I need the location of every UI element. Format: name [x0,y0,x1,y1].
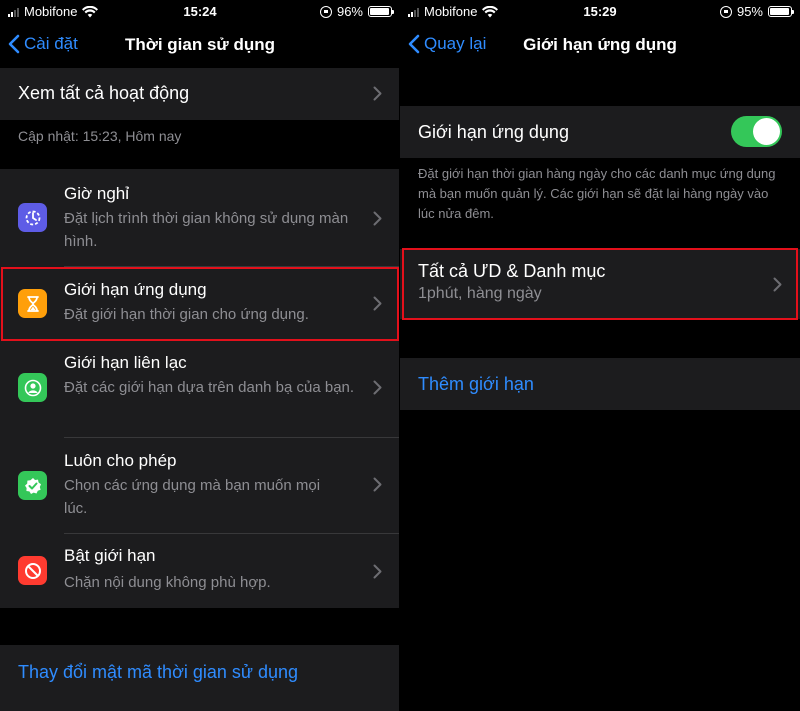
item-subtitle: Chọn các ứng dụng mà bạn muốn mọi lúc. [64,477,321,517]
navigation-bar: Cài đặt Thời gian sử dụng [0,24,400,68]
see-all-activity-row[interactable]: Xem tất cả hoạt động [0,68,400,120]
orientation-lock-icon [719,5,732,18]
chevron-right-icon [773,277,782,292]
item-subtitle: Chặn nội dung không phù hợp. [64,574,271,591]
battery-percent: 95% [736,4,763,19]
item-label: Giờ nghỉ [64,184,130,203]
chevron-right-icon [373,380,382,395]
app-limits-toggle[interactable] [731,116,782,147]
downtime-icon [18,203,47,232]
status-bar: Mobifone 15:29 95% [400,0,800,24]
item-label: Luôn cho phép [64,451,177,470]
status-right: 96% [319,4,394,19]
add-limit-link: Thêm giới hạn [418,374,534,394]
item-label: Bật giới hạn [64,546,156,565]
list-item-communication-limits[interactable]: Giới hạn liên lạc Đặt các giới hạn dựa t… [0,340,400,437]
change-passcode-row[interactable]: Thay đổi mật mã thời gian sử dụng [0,645,400,711]
list-item-app-limits[interactable]: Giới hạn ứng dụng Đặt giới hạn thời gian… [0,267,400,339]
add-limit-row[interactable]: Thêm giới hạn [400,358,800,410]
pane-divider [399,0,400,711]
description-caption: Đặt giới hạn thời gian hàng ngày cho các… [418,166,776,221]
orientation-lock-icon [319,5,332,18]
app-limits-toggle-row: Giới hạn ứng dụng [400,106,800,158]
updated-caption: Cập nhật: 15:23, Hôm nay [18,128,182,144]
chevron-right-icon [373,86,382,101]
screen-time-screen: Mobifone 15:24 96% Cài đặt Thời gian sử … [0,0,400,711]
change-passcode-link: Thay đổi mật mã thời gian sử dụng [18,662,298,682]
limit-item-label: Tất cả ƯD & Danh mục [418,261,606,281]
item-subtitle: Đặt lịch trình thời gian không sử dụng m… [64,210,349,250]
list-item-content-restrictions[interactable]: Bật giới hạn Chặn nội dung không phù hợp… [0,534,400,608]
app-limits-screen: Mobifone 15:29 95% Quay lại Giới hạn ứng… [400,0,800,711]
page-title: Thời gian sử dụng [125,35,275,54]
status-right: 95% [719,4,794,19]
limit-item-row[interactable]: Tất cả ƯD & Danh mục 1phút, hàng ngày [400,249,800,319]
restriction-icon [18,556,47,585]
battery-icon [768,6,794,17]
item-subtitle: Đặt giới hạn thời gian cho ứng dụng. [64,306,309,323]
hourglass-icon [18,289,47,318]
item-label: Giới hạn liên lạc [64,353,187,372]
chevron-right-icon [373,211,382,226]
chevron-right-icon [373,477,382,492]
page-title: Giới hạn ứng dụng [523,35,677,54]
toggle-knob [753,118,780,145]
limits-group: Giờ nghỉ Đặt lịch trình thời gian không … [0,169,400,608]
checkmark-badge-icon [18,471,47,500]
list-item-always-allowed[interactable]: Luôn cho phép Chọn các ứng dụng mà bạn m… [0,438,400,533]
see-all-activity-label: Xem tất cả hoạt động [18,83,190,103]
list-item-downtime[interactable]: Giờ nghỉ Đặt lịch trình thời gian không … [0,169,400,266]
item-label: Giới hạn ứng dụng [64,280,207,299]
status-bar: Mobifone 15:24 96% [0,0,400,24]
battery-icon [368,6,394,17]
battery-percent: 96% [336,4,363,19]
item-subtitle: Đặt các giới hạn dựa trên danh bạ của bạ… [64,379,355,396]
chevron-right-icon [373,564,382,579]
limit-item-subtitle: 1phút, hàng ngày [418,285,542,302]
toggle-label: Giới hạn ứng dụng [418,122,569,142]
contact-icon [18,373,47,402]
navigation-bar: Quay lại Giới hạn ứng dụng [400,24,800,68]
chevron-right-icon [373,296,382,311]
